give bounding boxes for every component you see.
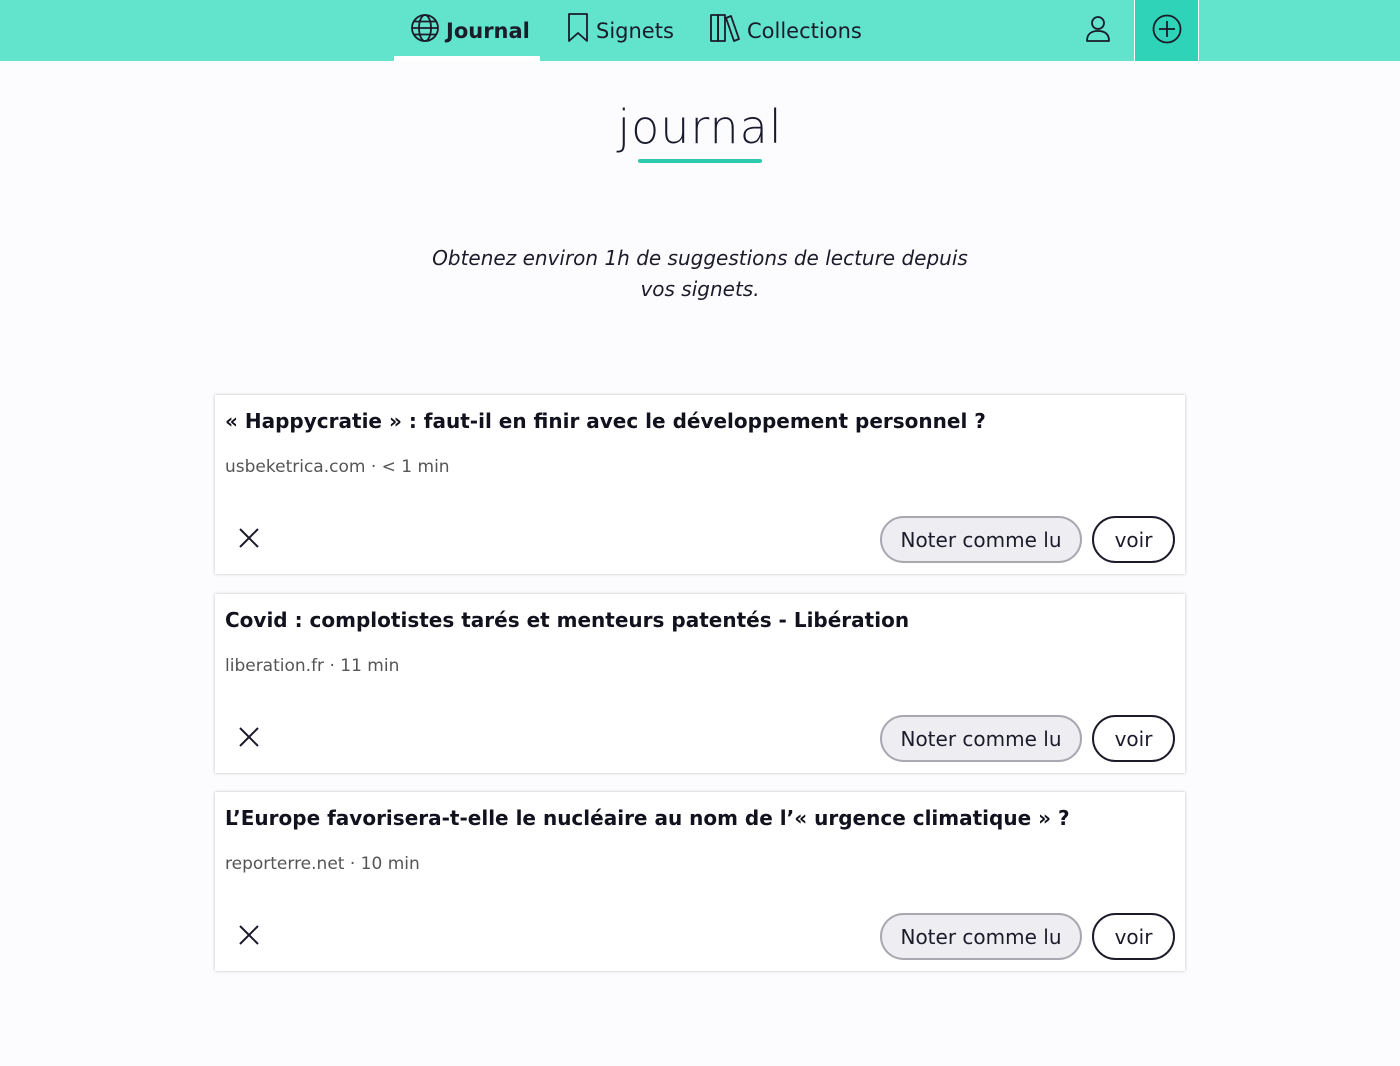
view-button[interactable]: voir bbox=[1092, 913, 1175, 960]
nav-tab-signets[interactable]: Signets bbox=[566, 0, 674, 61]
close-icon bbox=[238, 924, 260, 950]
article-card: « Happycratie » : faut-il en finir avec … bbox=[215, 395, 1185, 574]
dismiss-button[interactable] bbox=[235, 526, 263, 554]
dismiss-button[interactable] bbox=[235, 725, 263, 753]
globe-icon bbox=[410, 13, 440, 48]
article-meta: reporterre.net · 10 min bbox=[225, 854, 420, 874]
nav-tab-journal-label: Journal bbox=[446, 18, 530, 43]
add-button[interactable] bbox=[1134, 0, 1199, 61]
nav-tab-collections-label: Collections bbox=[747, 18, 862, 43]
article-title: Covid : complotistes tarés et menteurs p… bbox=[225, 608, 910, 632]
bookmark-icon bbox=[566, 12, 590, 49]
view-button[interactable]: voir bbox=[1092, 715, 1175, 762]
mark-as-read-button[interactable]: Noter comme lu bbox=[880, 913, 1082, 960]
close-icon bbox=[238, 726, 260, 752]
logo-underline bbox=[638, 159, 762, 163]
article-title: L’Europe favorisera-t-elle le nucléaire … bbox=[225, 806, 1070, 830]
profile-button[interactable] bbox=[1072, 0, 1124, 61]
user-icon bbox=[1085, 15, 1111, 47]
books-icon bbox=[709, 12, 741, 49]
article-meta: usbeketrica.com · < 1 min bbox=[225, 457, 450, 477]
page-logo: journal bbox=[617, 100, 783, 154]
article-meta: liberation.fr · 11 min bbox=[225, 656, 400, 676]
mark-as-read-button[interactable]: Noter comme lu bbox=[880, 516, 1082, 563]
article-card: Covid : complotistes tarés et menteurs p… bbox=[215, 594, 1185, 773]
dismiss-button[interactable] bbox=[235, 923, 263, 951]
nav-tab-signets-label: Signets bbox=[596, 18, 674, 43]
view-button[interactable]: voir bbox=[1092, 516, 1175, 563]
close-icon bbox=[238, 527, 260, 553]
top-navigation-bar: Journal Signets Collections bbox=[0, 0, 1400, 61]
mark-as-read-button[interactable]: Noter comme lu bbox=[880, 715, 1082, 762]
article-title: « Happycratie » : faut-il en finir avec … bbox=[225, 409, 986, 433]
nav-tab-journal[interactable]: Journal bbox=[394, 0, 540, 61]
page-subtitle: Obtenez environ 1h de suggestions de lec… bbox=[432, 246, 968, 301]
nav-tab-collections[interactable]: Collections bbox=[709, 0, 862, 61]
article-card: L’Europe favorisera-t-elle le nucléaire … bbox=[215, 792, 1185, 971]
plus-circle-icon bbox=[1151, 13, 1183, 49]
